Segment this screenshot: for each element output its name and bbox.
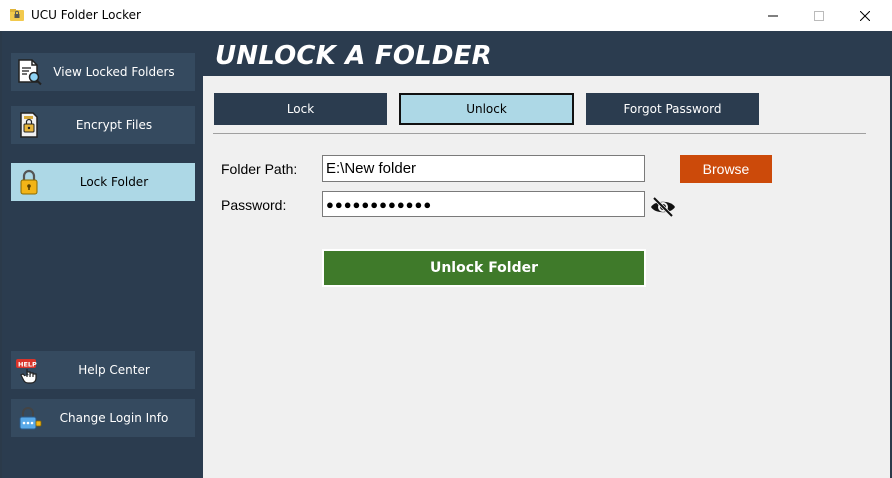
window-title: UCU Folder Locker — [31, 8, 141, 22]
sidebar-item-view-locked-folders[interactable]: View Locked Folders — [11, 53, 195, 91]
sidebar-item-help-center[interactable]: HELP Help Center — [11, 351, 195, 389]
folder-path-label: Folder Path: — [221, 161, 298, 177]
tab-label: Lock — [286, 102, 315, 116]
unlock-folder-button[interactable]: Unlock Folder — [322, 249, 646, 287]
padlock-icon — [20, 169, 38, 195]
tab-lock[interactable]: Lock — [214, 93, 387, 125]
content-area: View Locked Folders Encrypt Files Lock F… — [2, 31, 890, 478]
browse-button-label: Browse — [702, 161, 750, 177]
password-label: Password: — [221, 197, 287, 213]
maximize-button[interactable] — [796, 0, 842, 31]
encrypted-file-icon — [20, 112, 38, 138]
lock-key-icon — [19, 407, 42, 430]
title-bar: UCU Folder Locker — [0, 0, 892, 31]
close-icon — [860, 10, 870, 21]
tab-forgot-password[interactable]: Forgot Password — [586, 93, 759, 125]
sidebar: View Locked Folders Encrypt Files Lock F… — [2, 31, 203, 478]
maximize-icon — [814, 10, 824, 21]
password-input[interactable]: ●●●●●●●●●●●● — [322, 191, 645, 217]
folder-path-input[interactable]: E:\New folder — [322, 155, 645, 182]
tab-unlock[interactable]: Unlock — [399, 93, 574, 125]
app-icon — [10, 9, 24, 21]
browse-button[interactable]: Browse — [680, 155, 772, 183]
unlock-folder-button-label: Unlock Folder — [429, 260, 539, 276]
svg-text:HELP: HELP — [18, 361, 37, 369]
minimize-button[interactable] — [750, 0, 796, 31]
sidebar-item-change-login-info[interactable]: Change Login Info — [11, 399, 195, 437]
page-title: UNLOCK A FOLDER — [215, 41, 492, 71]
close-button[interactable] — [842, 0, 888, 31]
sidebar-item-encrypt-files[interactable]: Encrypt Files — [11, 106, 195, 144]
tabs-divider — [213, 133, 866, 134]
eye-slash-icon[interactable] — [650, 196, 676, 218]
minimize-icon — [768, 15, 778, 16]
help-hand-icon: HELP — [16, 359, 37, 384]
sidebar-item-lock-folder[interactable]: Lock Folder — [11, 163, 195, 201]
app-window: UCU Folder Locker View Locked Folders En… — [0, 0, 892, 478]
tab-label: Forgot Password — [623, 102, 722, 116]
document-search-icon — [18, 59, 42, 86]
tab-label: Unlock — [466, 102, 507, 116]
